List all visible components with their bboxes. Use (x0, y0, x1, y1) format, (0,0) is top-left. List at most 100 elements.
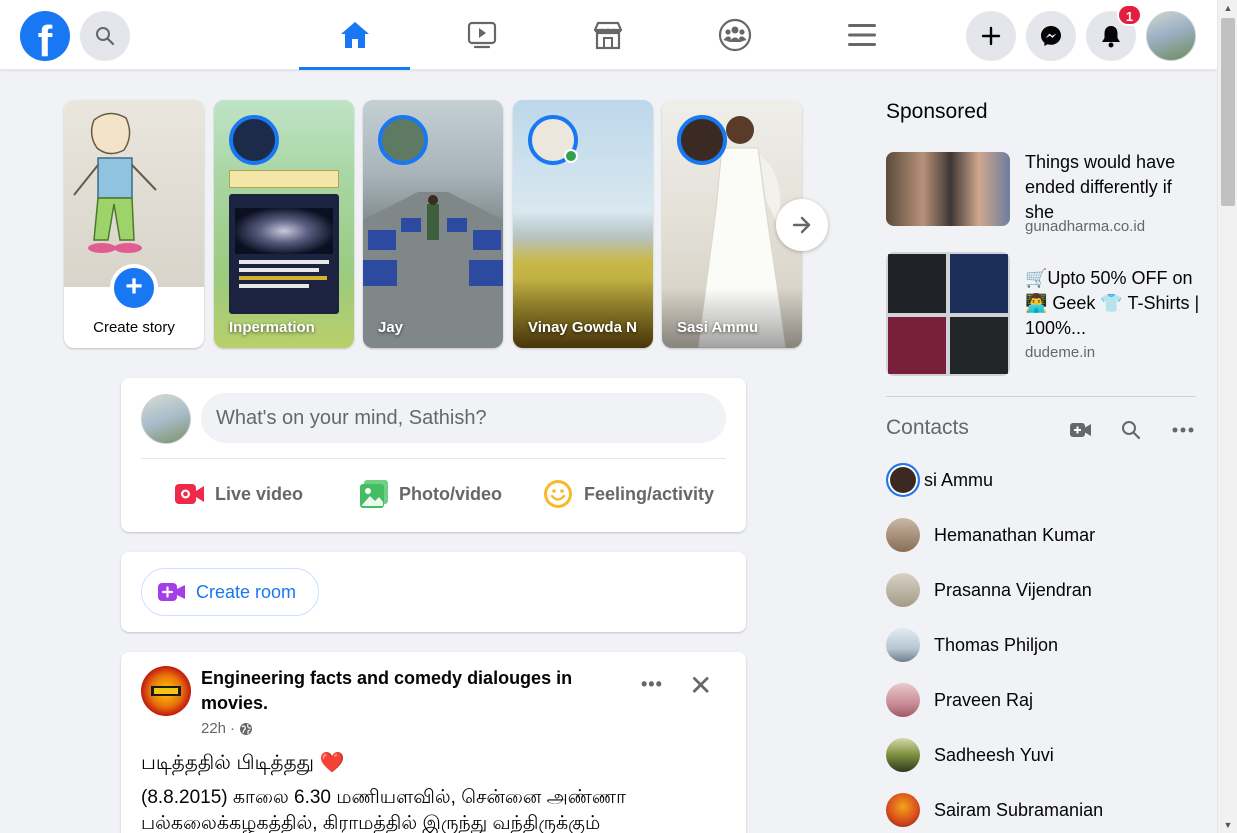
story-card-inpermation[interactable]: Inpermation (214, 100, 354, 348)
contact-item-praveen-raj[interactable]: Praveen Raj (886, 682, 1033, 718)
search-contacts-button[interactable] (1119, 418, 1143, 442)
contact-item-sadheesh-yuvi[interactable]: Sadheesh Yuvi (886, 737, 1054, 773)
story-avatar-ring (229, 115, 279, 165)
contact-avatar (886, 463, 920, 497)
messenger-button[interactable] (1026, 11, 1076, 61)
contacts-heading: Contacts (886, 416, 969, 439)
contact-avatar (886, 573, 920, 607)
right-column-divider (886, 396, 1196, 397)
contact-item-prasanna-vijendran[interactable]: Prasanna Vijendran (886, 572, 1092, 608)
story-caption-banner (229, 170, 339, 188)
nav-tab-home[interactable] (299, 0, 410, 70)
story-card-jay[interactable]: Jay (363, 100, 503, 348)
bell-icon (1102, 26, 1120, 48)
video-room-plus-icon (158, 583, 185, 601)
contact-name: Prasanna Vijendran (934, 579, 1092, 600)
create-story-photo (64, 100, 204, 287)
scrollbar-thumb[interactable] (1221, 18, 1235, 206)
story-avatar-ring (378, 115, 428, 165)
story-name: Vinay Gowda N (528, 319, 637, 336)
photo-video-label: Photo/video (399, 483, 502, 504)
nav-tab-watch[interactable] (426, 0, 537, 70)
meta-separator: · (230, 720, 236, 737)
marketplace-icon (593, 21, 622, 50)
feeling-activity-label: Feeling/activity (584, 483, 715, 504)
hamburger-menu-icon (847, 24, 876, 46)
live-video-label: Live video (215, 483, 304, 504)
sponsored-heading: Sponsored (886, 100, 988, 123)
contact-name: Sairam Subramanian (934, 799, 1104, 820)
search-button[interactable] (80, 11, 130, 61)
story-name: Jay (378, 319, 404, 336)
nav-tab-groups[interactable] (679, 0, 790, 70)
story-name: Inpermation (229, 319, 315, 336)
sponsored-ad-1[interactable]: Things would have ended differently if s… (886, 152, 1196, 252)
story-avatar-ring (677, 115, 727, 165)
scroll-up-arrow-icon[interactable]: ▲ (1218, 0, 1237, 16)
create-room-button[interactable]: Create room (141, 568, 319, 616)
sponsored-ad-2[interactable]: 🛒Upto 50% OFF on 👨‍💻 Geek 👕 T-Shirts | 1… (886, 252, 1199, 376)
post-meta: 22h · (201, 720, 253, 737)
ad-image[interactable] (886, 252, 1010, 376)
account-avatar[interactable] (1146, 11, 1196, 61)
plus-icon (981, 26, 1001, 46)
contact-item-sairam-subramanian[interactable]: Sairam Subramanian (886, 792, 1103, 828)
ad-domain: dudeme.in (1025, 344, 1096, 361)
contacts-options-button[interactable] (1171, 418, 1195, 442)
ad-headline[interactable]: Things would have ended differently if s… (1025, 150, 1200, 225)
ad-image[interactable] (886, 152, 1010, 226)
contact-avatar (886, 518, 920, 552)
post-options-button[interactable]: ••• (641, 674, 663, 695)
post-text-title: படித்ததில் பிடித்தது (141, 752, 314, 774)
contact-avatar (886, 738, 920, 772)
groups-icon (718, 18, 751, 52)
scroll-down-arrow-icon[interactable]: ▼ (1218, 817, 1237, 833)
post-author-avatar[interactable] (141, 666, 191, 716)
notification-count-badge: 1 (1117, 4, 1142, 26)
search-icon (1122, 421, 1141, 440)
create-button[interactable] (966, 11, 1016, 61)
heart-emoji-icon: ❤️ (319, 752, 345, 774)
page-scrollbar[interactable]: ▲ ▼ (1217, 0, 1237, 833)
contact-name: si Ammu (924, 469, 994, 490)
composer-avatar[interactable] (141, 394, 191, 444)
live-video-button[interactable]: Live video (175, 474, 303, 514)
story-card-vinay-gowda[interactable]: Vinay Gowda N (513, 100, 653, 348)
add-story-button[interactable]: + (110, 264, 158, 312)
status-input[interactable]: What's on your mind, Sathish? (201, 393, 726, 443)
create-story-card[interactable]: + Create story (64, 100, 204, 348)
post-author-name[interactable]: Engineering facts and comedy dialouges i… (201, 666, 621, 716)
arrow-right-icon (792, 216, 811, 234)
contact-item-thomas-philjon[interactable]: Thomas Philjon (886, 627, 1058, 663)
contact-name: Praveen Raj (934, 689, 1034, 710)
home-icon (340, 22, 369, 48)
messenger-icon (1041, 26, 1061, 46)
video-play-icon (467, 21, 496, 49)
live-video-icon (175, 484, 204, 504)
feeling-activity-button[interactable]: Feeling/activity (542, 474, 714, 514)
story-post-preview (229, 194, 339, 314)
facebook-logo[interactable]: f (20, 11, 70, 66)
photo-icon (360, 480, 388, 508)
contact-name: Hemanathan Kumar (934, 524, 1096, 545)
smiley-icon (544, 480, 572, 508)
nav-tab-menu[interactable] (806, 0, 917, 70)
ad-headline[interactable]: 🛒Upto 50% OFF on 👨‍💻 Geek 👕 T-Shirts | 1… (1025, 266, 1200, 341)
new-room-button[interactable] (1069, 418, 1093, 442)
ad-domain: gunadharma.co.id (1025, 218, 1146, 235)
search-icon (96, 27, 115, 46)
stories-next-button[interactable] (776, 199, 828, 251)
post-text-heading: படித்ததில் பிடித்தது ❤️ (141, 750, 344, 777)
photo-video-button[interactable]: Photo/video (359, 474, 502, 514)
post-time[interactable]: 22h (201, 720, 226, 737)
contact-name: Sadheesh Yuvi (934, 744, 1054, 765)
feed-post-card: Engineering facts and comedy dialouges i… (121, 652, 746, 833)
contact-item-hemanathan-kumar[interactable]: Hemanathan Kumar (886, 517, 1095, 553)
create-room-label: Create room (196, 581, 297, 602)
story-name: Sasi Ammu (677, 319, 759, 336)
nav-tab-marketplace[interactable] (552, 0, 663, 70)
contact-item-sasi-ammu[interactable]: si Ammu (886, 462, 993, 498)
post-hide-button[interactable]: ✕ (689, 672, 712, 700)
more-dots-icon (1172, 427, 1194, 433)
post-text-body: (8.8.2015) காலை 6.30 மணியளவில், சென்னை அ… (141, 787, 627, 833)
